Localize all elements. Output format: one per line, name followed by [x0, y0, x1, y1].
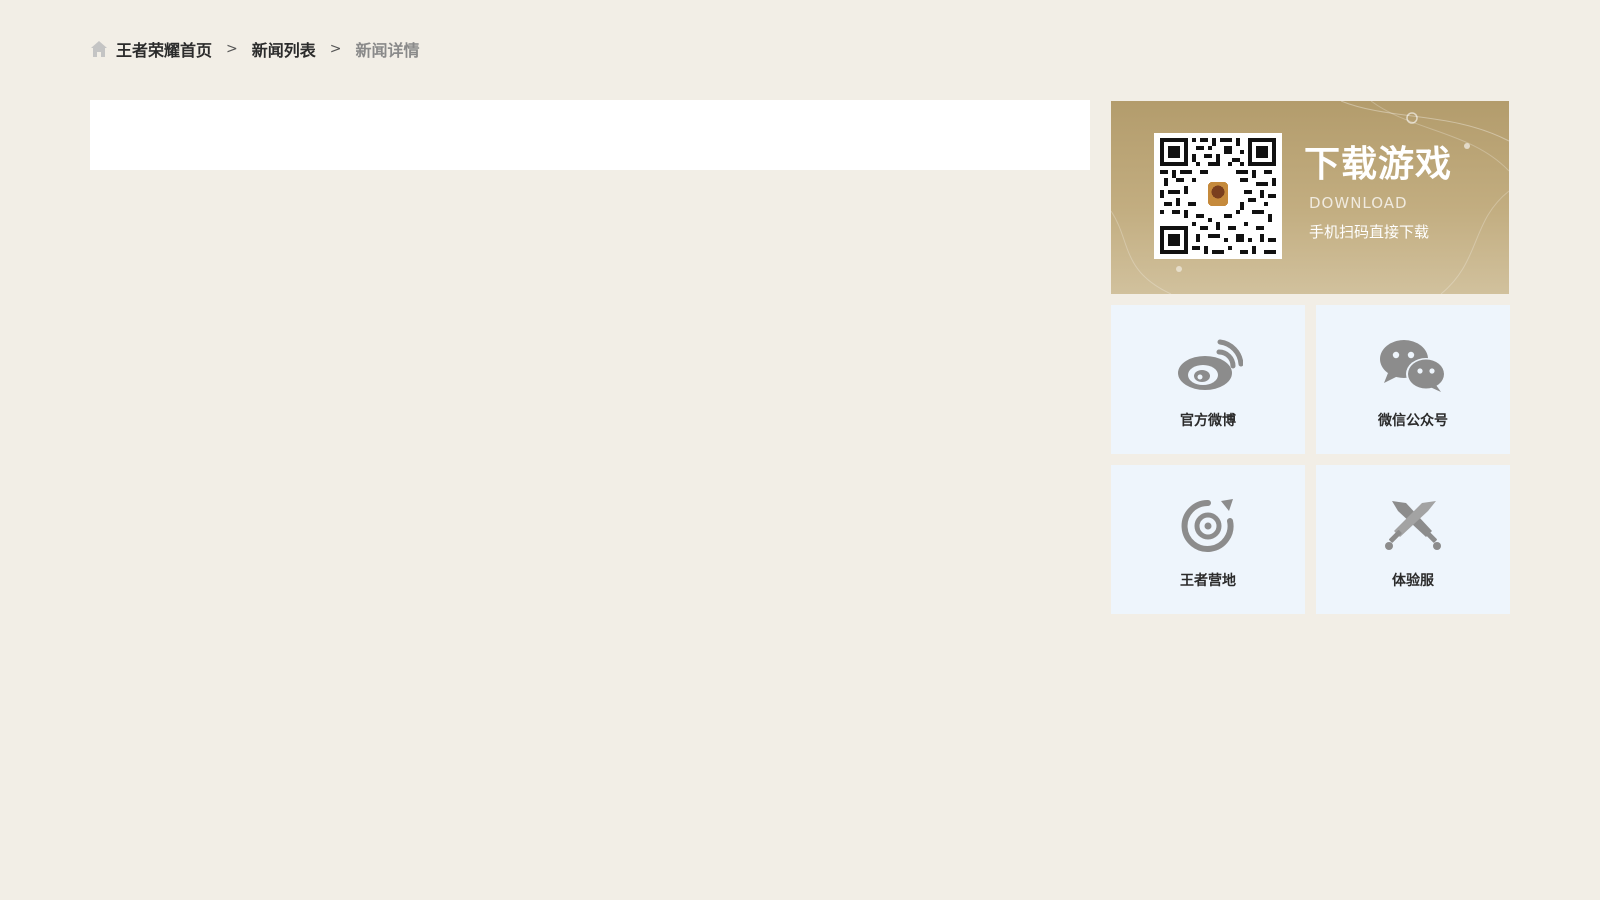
tile-label: 微信公众号 — [1378, 413, 1448, 429]
breadcrumb-home-link[interactable]: 王者荣耀首页 — [116, 37, 212, 61]
breadcrumb-separator: > — [329, 41, 342, 57]
qr-code-icon — [1154, 133, 1282, 259]
breadcrumb-news-list-link[interactable]: 新闻列表 — [252, 37, 316, 61]
tile-label: 官方微博 — [1180, 413, 1236, 429]
download-description: 手机扫码直接下载 — [1309, 223, 1430, 241]
official-weibo-tile[interactable]: 官方微博 — [1111, 305, 1305, 454]
tile-label: 体验服 — [1392, 573, 1434, 589]
download-banner[interactable]: 下载游戏 DOWNLOAD 手机扫码直接下载 — [1111, 101, 1509, 294]
breadcrumb: 王者荣耀首页 > 新闻列表 > 新闻详情 — [90, 36, 420, 62]
wechat-icon — [1380, 340, 1446, 392]
download-subtitle: DOWNLOAD — [1309, 194, 1408, 212]
test-server-tile[interactable]: 体验服 — [1316, 465, 1510, 614]
download-title: 下载游戏 — [1304, 144, 1453, 185]
article-content-area — [90, 100, 1090, 170]
weibo-icon — [1178, 339, 1243, 390]
home-icon[interactable] — [90, 40, 108, 58]
breadcrumb-current: 新闻详情 — [355, 41, 420, 60]
tile-label: 王者营地 — [1180, 573, 1236, 589]
breadcrumb-separator: > — [226, 41, 238, 57]
wechat-official-account-tile[interactable]: 微信公众号 — [1316, 305, 1510, 454]
wangzhe-camp-tile[interactable]: 王者营地 — [1111, 465, 1305, 614]
camp-icon — [1181, 499, 1234, 552]
crossed-swords-icon — [1385, 501, 1441, 550]
